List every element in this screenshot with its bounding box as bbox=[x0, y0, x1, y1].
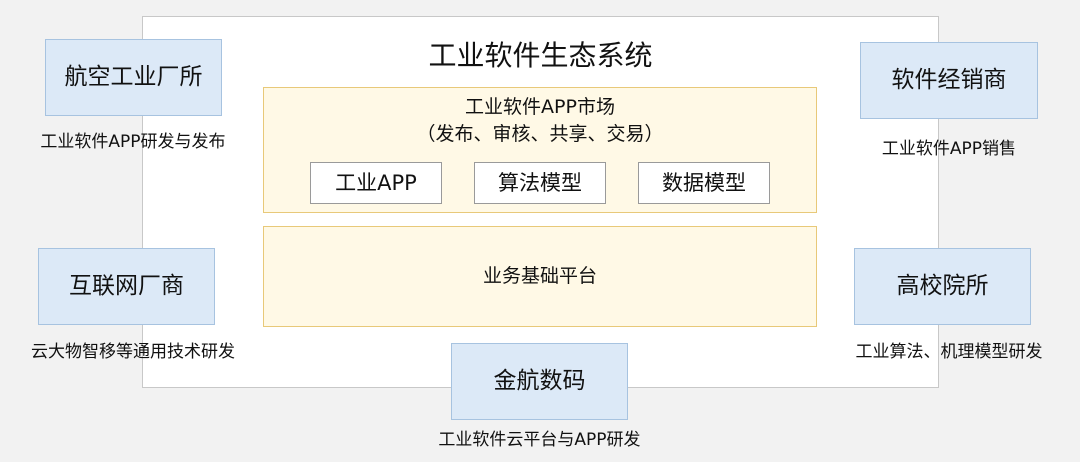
market-item-industrial-app: 工业APP bbox=[310, 162, 442, 204]
party-jinhang: 金航数码 bbox=[451, 343, 628, 420]
caption-dealer: 工业软件APP销售 bbox=[881, 139, 1017, 159]
party-internet: 互联网厂商 bbox=[38, 248, 215, 325]
party-dealer: 软件经销商 bbox=[860, 42, 1038, 119]
caption-aviation: 工业软件APP研发与发布 bbox=[40, 132, 226, 152]
ecosystem-title: 工业软件生态系统 bbox=[428, 39, 653, 72]
caption-jinhang: 工业软件云平台与APP研发 bbox=[438, 430, 641, 450]
caption-internet: 云大物智移等通用技术研发 bbox=[31, 342, 235, 362]
party-aviation: 航空工业厂所 bbox=[45, 39, 222, 116]
market-item-algorithm-model: 算法模型 bbox=[474, 162, 606, 204]
party-university: 高校院所 bbox=[854, 248, 1031, 325]
caption-university: 工业算法、机理模型研发 bbox=[855, 342, 1043, 362]
market-item-data-model: 数据模型 bbox=[638, 162, 770, 204]
app-market-subtitle: （发布、审核、共享、交易） bbox=[416, 123, 664, 145]
app-market-title: 工业软件APP市场 bbox=[465, 96, 615, 118]
business-platform-box: 业务基础平台 bbox=[263, 226, 817, 327]
